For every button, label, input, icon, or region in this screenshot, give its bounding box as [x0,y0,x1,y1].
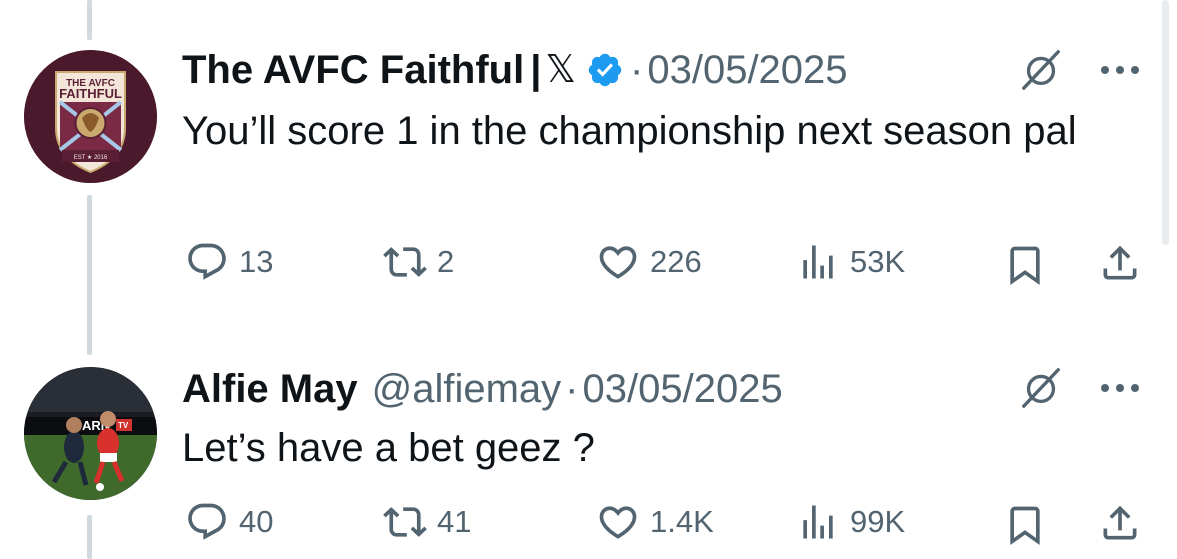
views-icon [803,505,833,539]
repost-button[interactable]: 41 [383,500,471,544]
tweet-text: Let’s have a bet geez ? [182,426,595,470]
views-count: 99K [850,504,906,539]
board-badge: TV [118,421,129,430]
repost-count: 41 [437,504,472,539]
heart-icon [599,506,637,539]
repost-icon [383,507,427,537]
display-name[interactable]: Alfie May [182,365,358,413]
alfie-may-photo-icon: ARN TV [24,367,157,500]
avatar-alfie-may[interactable]: ARN TV [24,367,157,500]
views-button[interactable]: 99K [796,500,905,544]
bookmark-button[interactable] [1003,503,1047,552]
tweet-date[interactable]: 03/05/2025 [583,365,783,413]
share-icon [1103,505,1137,540]
share-button[interactable] [1098,501,1142,550]
user-handle[interactable]: @alfiemay [372,365,562,413]
action-bar: 40 41 1.4K 99K [0,500,1177,550]
grok-icon[interactable] [1018,364,1064,410]
like-button[interactable]: 1.4K [596,500,714,544]
bookmark-icon [1010,506,1040,546]
dot-separator: · [565,367,579,411]
reply-icon [188,503,226,540]
reply-button[interactable]: 40 [185,500,273,544]
tweet-alfie-may[interactable]: ARN TV Alfie May @alfiemay · 03/05/2025 … [0,0,1177,559]
tweet-header: Alfie May @alfiemay · 03/05/2025 [182,365,783,413]
more-icon[interactable] [1098,381,1142,395]
like-count: 1.4K [650,504,714,539]
reply-count: 40 [239,504,274,539]
